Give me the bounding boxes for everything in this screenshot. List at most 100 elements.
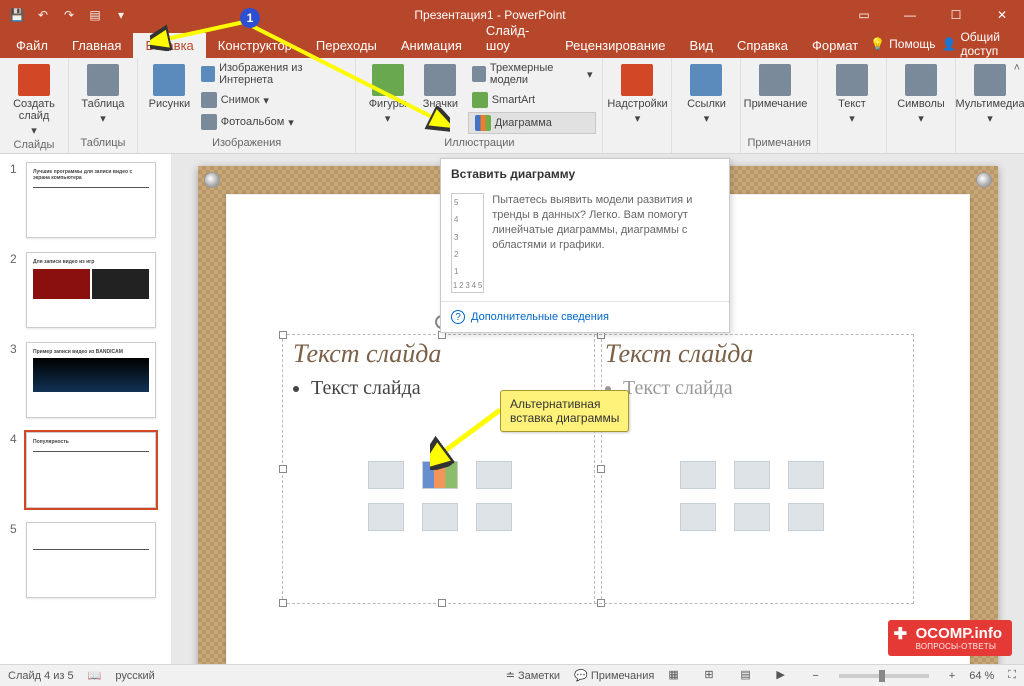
normal-view-icon[interactable]: ▦ (668, 668, 690, 684)
slideshow-icon[interactable]: ▤ (84, 4, 106, 26)
thumbnail-2[interactable]: Для записи видео из игр (26, 252, 156, 328)
photo-album-button[interactable]: Фотоальбом ▾ (197, 112, 350, 132)
tell-me-button[interactable]: 💡 Помощь (870, 37, 935, 51)
undo-icon[interactable]: ↶ (32, 4, 54, 26)
thumbnail-5[interactable] (26, 522, 156, 598)
thumb-number: 1 (10, 162, 20, 176)
group-addins-label (609, 135, 665, 151)
redo-icon[interactable]: ↷ (58, 4, 80, 26)
insert-chart-icon[interactable] (422, 461, 458, 489)
insert-picture-icon[interactable] (680, 503, 716, 531)
tab-transitions[interactable]: Переходы (304, 33, 389, 58)
insert-chart-icon[interactable] (734, 461, 770, 489)
placeholder-bullet: Текст слайда (623, 377, 885, 400)
insert-online-picture-icon[interactable] (734, 503, 770, 531)
zoom-slider[interactable] (839, 674, 929, 678)
tab-slideshow[interactable]: Слайд-шоу (474, 18, 553, 58)
screenshot-button[interactable]: Снимок ▾ (197, 90, 350, 110)
symbols-button[interactable]: Символы ▾ (893, 60, 949, 125)
insert-video-icon[interactable] (788, 503, 824, 531)
thumbnail-3[interactable]: Пример записи видео из BANDICAM (26, 342, 156, 418)
watermark-brand: OCOMP.info (916, 625, 1002, 642)
insert-picture-icon[interactable] (368, 503, 404, 531)
ribbon-options-icon[interactable]: ▭ (842, 0, 886, 30)
zoom-percent[interactable]: 64 % (969, 670, 994, 682)
callout-line2: вставка диаграммы (510, 411, 619, 425)
smartart-label: SmartArt (492, 94, 535, 106)
annotation-callout: Альтернативная вставка диаграммы (500, 390, 629, 432)
text-button[interactable]: Текст ▾ (824, 60, 880, 125)
tab-review[interactable]: Рецензирование (553, 33, 677, 58)
online-pictures-button[interactable]: Изображения из Интернета (197, 60, 350, 88)
tab-design[interactable]: Конструктор (206, 33, 304, 58)
slide-thumbnails-panel[interactable]: 1 Лучшие программы для записи видео с экр… (0, 154, 172, 664)
insert-smartart-icon[interactable] (476, 461, 512, 489)
thumbnail-1[interactable]: Лучшие программы для записи видео с экра… (26, 162, 156, 238)
new-slide-button[interactable]: Создать слайд ▾ (6, 60, 62, 137)
chart-button[interactable]: Диаграмма (468, 112, 597, 134)
3d-models-button[interactable]: Трехмерные модели ▾ (468, 60, 597, 88)
comment-label: Примечание (744, 98, 808, 110)
table-button[interactable]: Таблица ▾ (75, 60, 131, 125)
group-symbols: Символы ▾ (887, 58, 956, 153)
links-button[interactable]: Ссылки ▾ (678, 60, 734, 125)
maximize-icon[interactable]: ☐ (934, 0, 978, 30)
tab-animation[interactable]: Анимация (389, 33, 474, 58)
shapes-button[interactable]: Фигуры ▾ (362, 60, 413, 125)
shapes-label: Фигуры (369, 98, 407, 110)
notes-button[interactable]: ≐ Заметки (506, 669, 560, 682)
group-illustrations-label: Иллюстрации (362, 135, 596, 151)
content-placeholder-right[interactable]: Текст слайда Текст слайда (594, 334, 914, 604)
tab-insert[interactable]: Вставка (133, 33, 205, 58)
pictures-button[interactable]: Рисунки (144, 60, 195, 110)
insert-table-icon[interactable] (368, 461, 404, 489)
3d-models-icon (472, 66, 486, 82)
tab-view[interactable]: Вид (677, 33, 725, 58)
comment-button[interactable]: Примечание (747, 60, 803, 110)
media-button[interactable]: Мультимедиа ▾ (962, 60, 1018, 125)
insert-table-icon[interactable] (680, 461, 716, 489)
fit-window-icon[interactable]: ⛶ (1008, 669, 1016, 682)
insert-video-icon[interactable] (476, 503, 512, 531)
group-tables-label: Таблицы (75, 135, 131, 151)
watermark: OCOMP.info ВОПРОСЫ-ОТВЕТЫ (888, 620, 1012, 656)
share-button[interactable]: 👤 Общий доступ (942, 30, 1011, 58)
insert-online-picture-icon[interactable] (422, 503, 458, 531)
tab-file[interactable]: Файл (4, 33, 60, 58)
comments-button[interactable]: 💬 Примечания (574, 669, 654, 682)
corner-pin-icon (204, 172, 220, 188)
insert-smartart-icon[interactable] (788, 461, 824, 489)
more-qat-icon[interactable]: ▾ (110, 4, 132, 26)
corner-pin-icon (976, 172, 992, 188)
symbols-label: Символы (897, 98, 945, 110)
tooltip-more-link[interactable]: ?Дополнительные сведения (451, 310, 719, 324)
group-addins: Надстройки ▾ (603, 58, 672, 153)
icons-button[interactable]: Значки (415, 60, 466, 110)
status-language[interactable]: русский (115, 670, 154, 682)
tab-home[interactable]: Главная (60, 33, 133, 58)
tab-format[interactable]: Формат (800, 33, 870, 58)
content-placeholder-left[interactable]: Текст слайда Текст слайда (282, 334, 602, 604)
reading-view-icon[interactable]: ▤ (740, 668, 762, 684)
ribbon: Создать слайд ▾ Слайды Таблица ▾ Таблицы… (0, 58, 1024, 154)
tab-help[interactable]: Справка (725, 33, 800, 58)
icons-label: Значки (423, 98, 458, 110)
smartart-button[interactable]: SmartArt (468, 90, 597, 110)
minimize-icon[interactable]: — (888, 0, 932, 30)
addins-button[interactable]: Надстройки ▾ (609, 60, 665, 125)
tooltip-title: Вставить диаграмму (441, 159, 729, 189)
close-icon[interactable]: ✕ (980, 0, 1024, 30)
zoom-in-icon[interactable]: + (949, 670, 955, 682)
photo-album-label: Фотоальбом (221, 116, 285, 128)
zoom-out-icon[interactable]: − (812, 670, 818, 682)
thumbnail-4[interactable]: Популярность (26, 432, 156, 508)
collapse-ribbon-icon[interactable]: ˄ (1014, 62, 1020, 74)
text-icon (836, 64, 868, 96)
spellcheck-icon[interactable]: 📖 (88, 669, 102, 682)
group-slides-label: Слайды (6, 137, 62, 153)
save-icon[interactable]: 💾 (6, 4, 28, 26)
sorter-view-icon[interactable]: ⊞ (704, 668, 726, 684)
group-comments-label: Примечания (747, 135, 811, 151)
slideshow-view-icon[interactable]: ▶ (776, 668, 798, 684)
new-slide-label: Создать слайд (6, 98, 62, 122)
